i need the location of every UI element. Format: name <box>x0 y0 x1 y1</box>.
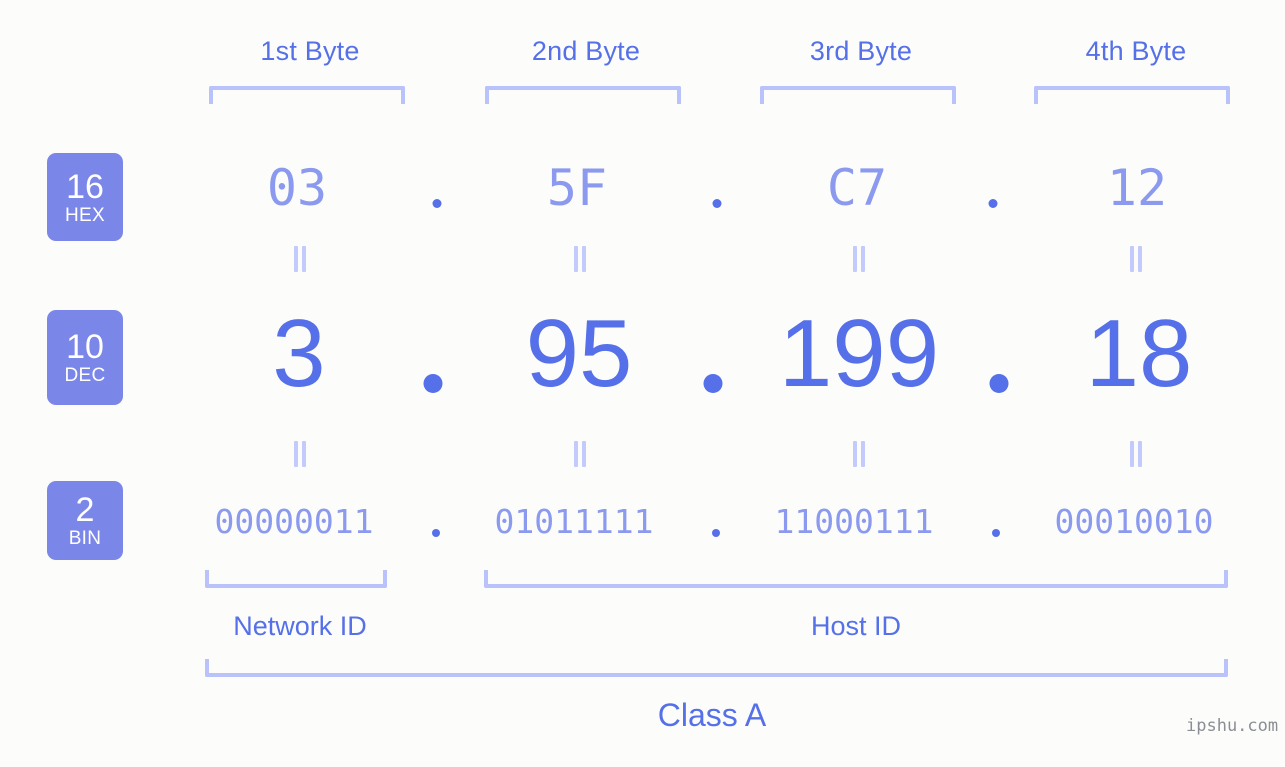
byte-bracket-top-1 <box>209 86 405 104</box>
radix-badge-dec-number: 10 <box>66 328 104 366</box>
bin-byte-value-3: 11000111 <box>774 502 934 541</box>
region-bracket-host-id <box>484 570 1228 588</box>
bin-byte-value-4: 00010010 <box>1054 502 1214 541</box>
region-label-network-id: Network ID <box>233 611 367 641</box>
region-label-host-id: Host ID <box>810 611 902 641</box>
bin-byte-value-1: 00000011 <box>214 502 374 541</box>
radix-badge-bin: 2 BIN <box>47 481 123 560</box>
dec-byte-value-2: 95 <box>525 300 633 407</box>
hex-separator-dot-2 <box>712 199 722 208</box>
bin-byte-value-2: 01011111 <box>494 502 654 541</box>
site-watermark: ipshu.com <box>1186 716 1279 736</box>
radix-badge-dec: 10 DEC <box>47 310 123 405</box>
equals-connector-hex-dec-4 <box>1128 246 1144 272</box>
byte-bracket-top-2 <box>485 86 681 104</box>
dec-separator-dot-1 <box>423 374 443 393</box>
byte-header-label-2: 2nd Byte <box>531 36 641 66</box>
radix-badge-bin-number: 2 <box>75 491 95 529</box>
dec-separator-dot-2 <box>703 374 723 393</box>
equals-connector-hex-dec-1 <box>292 246 308 272</box>
bin-separator-dot-1 <box>432 529 440 537</box>
radix-badge-hex-name: HEX <box>65 204 105 226</box>
radix-badge-hex-number: 16 <box>66 167 104 206</box>
radix-badge-hex: 16 HEX <box>47 153 123 241</box>
class-label: Class A <box>657 697 767 733</box>
equals-connector-hex-dec-2 <box>572 246 588 272</box>
byte-header-label-3: 3rd Byte <box>809 36 913 66</box>
radix-badge-bin-name: BIN <box>68 528 102 549</box>
class-bracket <box>205 659 1228 677</box>
dec-byte-value-4: 18 <box>1085 300 1193 407</box>
bin-separator-dot-2 <box>712 529 720 537</box>
byte-header-label-4: 4th Byte <box>1085 36 1187 66</box>
byte-header-label-1: 1st Byte <box>260 36 360 66</box>
radix-badge-dec-name: DEC <box>64 365 106 386</box>
byte-bracket-top-3 <box>760 86 956 104</box>
equals-connector-dec-bin-1 <box>292 441 308 467</box>
hex-separator-dot-3 <box>988 199 998 208</box>
equals-connector-dec-bin-2 <box>572 441 588 467</box>
region-bracket-network-id <box>205 570 387 588</box>
bin-separator-dot-3 <box>992 529 1000 537</box>
dec-byte-value-1: 3 <box>272 300 326 407</box>
ip-address-breakdown-diagram: 1st Byte 2nd Byte 3rd Byte 4th Byte 16 H… <box>0 0 1285 767</box>
dec-byte-value-3: 199 <box>778 300 940 407</box>
hex-byte-value-1: 03 <box>266 159 328 217</box>
hex-byte-value-4: 12 <box>1106 159 1168 217</box>
byte-bracket-top-4 <box>1034 86 1230 104</box>
equals-connector-hex-dec-3 <box>851 246 867 272</box>
hex-byte-value-3: C7 <box>826 159 888 217</box>
hex-separator-dot-1 <box>432 199 442 208</box>
hex-byte-value-2: 5F <box>546 159 608 217</box>
dec-separator-dot-3 <box>989 374 1009 393</box>
equals-connector-dec-bin-4 <box>1128 441 1144 467</box>
equals-connector-dec-bin-3 <box>851 441 867 467</box>
